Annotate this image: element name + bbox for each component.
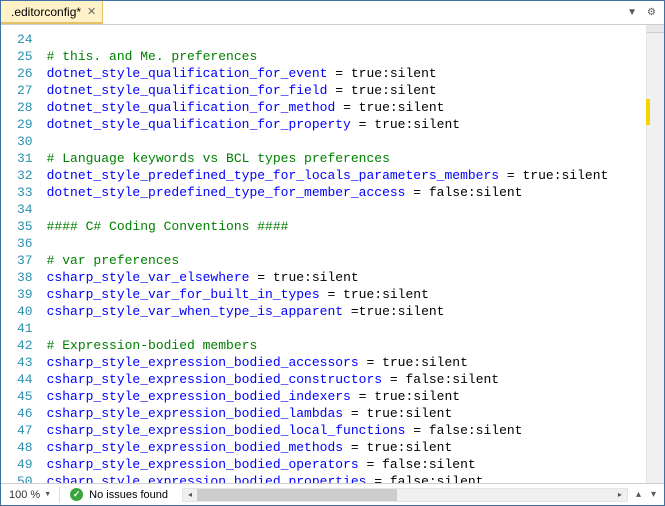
check-icon: ✓ [70,488,83,501]
line-number: 39 [17,286,33,303]
code-line[interactable]: dotnet_style_qualification_for_property … [47,116,642,133]
code-line[interactable] [47,235,642,252]
code-line[interactable] [47,133,642,150]
code-line[interactable]: csharp_style_expression_bodied_propertie… [47,473,642,483]
dropdown-icon[interactable]: ▼ [623,5,641,20]
line-number: 47 [17,422,33,439]
tab-bar: .editorconfig* ✕ ▼ ⚙ [1,1,664,25]
line-number: 45 [17,388,33,405]
code-line[interactable]: # var preferences [47,252,642,269]
code-line[interactable]: dotnet_style_predefined_type_for_locals_… [47,167,642,184]
editor: 2425262728293031323334353637383940414243… [1,25,664,483]
code-line[interactable]: csharp_style_expression_bodied_lambdas =… [47,405,642,422]
issues-status[interactable]: ✓ No issues found [60,488,178,501]
issues-text: No issues found [89,489,168,501]
chevron-down-icon: ▼ [44,491,51,498]
line-number: 49 [17,456,33,473]
line-number: 37 [17,252,33,269]
status-end-controls: ▴ ▾ [632,487,664,502]
line-number: 27 [17,82,33,99]
zoom-value: 100 % [9,489,40,501]
code-line[interactable] [47,201,642,218]
line-number: 32 [17,167,33,184]
change-marker-icon [646,99,650,125]
scroll-right-icon[interactable]: ▸ [613,489,627,501]
code-line[interactable]: dotnet_style_predefined_type_for_member_… [47,184,642,201]
vertical-scrollbar[interactable] [646,25,664,483]
line-number: 35 [17,218,33,235]
line-number-gutter: 2425262728293031323334353637383940414243… [1,25,43,483]
line-number: 46 [17,405,33,422]
line-number: 34 [17,201,33,218]
line-number: 38 [17,269,33,286]
scroll-up-icon[interactable]: ▴ [632,487,645,502]
code-line[interactable]: # Expression-bodied members [47,337,642,354]
code-line[interactable]: csharp_style_expression_bodied_operators… [47,456,642,473]
scroll-left-icon[interactable]: ◂ [183,489,197,501]
tab-title: .editorconfig* [11,5,81,19]
code-line[interactable] [47,320,642,337]
horizontal-scrollbar[interactable]: ◂ ▸ [182,488,628,502]
line-number: 24 [17,31,33,48]
gear-icon[interactable]: ⚙ [643,5,660,20]
line-number: 42 [17,337,33,354]
close-icon[interactable]: ✕ [87,5,96,18]
line-number: 30 [17,133,33,150]
code-line[interactable]: csharp_style_expression_bodied_construct… [47,371,642,388]
line-number: 33 [17,184,33,201]
code-line[interactable]: dotnet_style_qualification_for_method = … [47,99,642,116]
line-number: 28 [17,99,33,116]
line-number: 44 [17,371,33,388]
status-bar: 100 % ▼ ✓ No issues found ◂ ▸ ▴ ▾ [1,483,664,505]
scroll-down-icon[interactable]: ▾ [647,487,660,502]
line-number: 41 [17,320,33,337]
code-line[interactable]: csharp_style_expression_bodied_indexers … [47,388,642,405]
code-line[interactable]: csharp_style_var_when_type_is_apparent =… [47,303,642,320]
line-number: 48 [17,439,33,456]
line-number: 29 [17,116,33,133]
line-number: 25 [17,48,33,65]
split-handle-icon[interactable] [647,25,664,33]
code-line[interactable]: csharp_style_expression_bodied_methods =… [47,439,642,456]
line-number: 50 [17,473,33,483]
line-number: 43 [17,354,33,371]
file-tab[interactable]: .editorconfig* ✕ [1,1,103,24]
code-line[interactable]: csharp_style_expression_bodied_accessors… [47,354,642,371]
code-line[interactable]: dotnet_style_qualification_for_field = t… [47,82,642,99]
zoom-dropdown[interactable]: 100 % ▼ [1,489,59,501]
line-number: 40 [17,303,33,320]
line-number: 36 [17,235,33,252]
scrollbar-thumb[interactable] [197,489,397,501]
code-line[interactable]: # Language keywords vs BCL types prefere… [47,150,642,167]
code-line[interactable]: csharp_style_expression_bodied_local_fun… [47,422,642,439]
code-area[interactable]: # this. and Me. preferencesdotnet_style_… [43,25,646,483]
code-line[interactable]: csharp_style_var_elsewhere = true:silent [47,269,642,286]
code-line[interactable]: #### C# Coding Conventions #### [47,218,642,235]
code-line[interactable]: dotnet_style_qualification_for_event = t… [47,65,642,82]
code-line[interactable]: # this. and Me. preferences [47,48,642,65]
line-number: 26 [17,65,33,82]
code-line[interactable] [47,31,642,48]
tab-bar-controls: ▼ ⚙ [623,5,664,20]
code-line[interactable]: csharp_style_var_for_built_in_types = tr… [47,286,642,303]
line-number: 31 [17,150,33,167]
